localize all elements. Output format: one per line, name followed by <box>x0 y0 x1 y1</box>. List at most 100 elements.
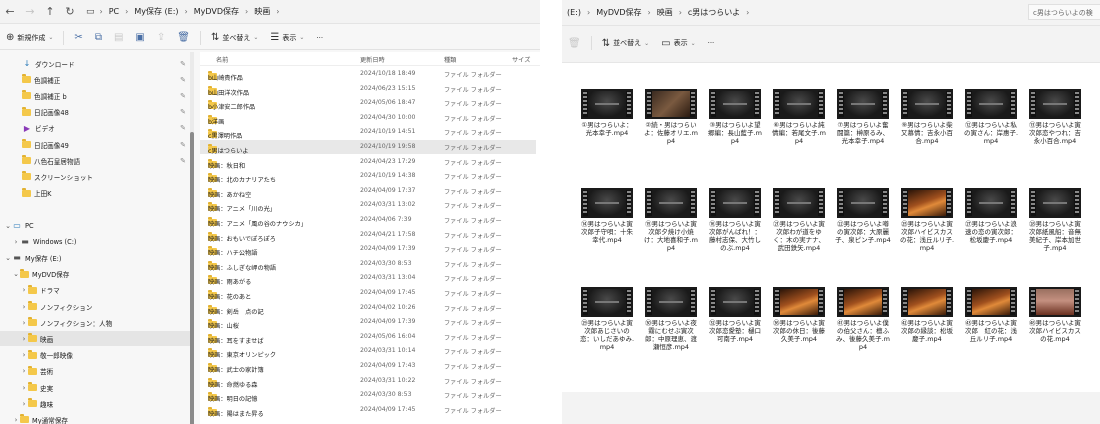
tree-item[interactable]: › 芸術 <box>0 364 190 379</box>
tree-item[interactable]: ⌄ MyDVD保存 <box>0 267 190 282</box>
video-file[interactable]: ㉜男はつらいよ寅次郎恋愛塾：樋口可南子.mp4 <box>707 287 763 379</box>
more-button[interactable]: ··· <box>310 34 329 42</box>
paste-icon[interactable]: ▤ <box>108 32 129 43</box>
video-file[interactable]: ⑭男はつらいよ寅次郎子守唄：十朱幸代.mp4 <box>579 188 635 280</box>
chevron-icon[interactable]: › <box>20 303 28 311</box>
tree-item[interactable]: ⌄ ▭ PC <box>0 218 190 233</box>
tree-item[interactable]: › 敬一郎映像 <box>0 348 190 363</box>
tree-item[interactable]: 色調補正 ✎ <box>0 72 190 87</box>
chevron-icon[interactable]: › <box>20 286 28 294</box>
video-file[interactable]: ⑫男はつらいよ私の寅さん：岸惠子.mp4 <box>963 89 1019 181</box>
pin-icon[interactable]: ✎ <box>180 141 186 149</box>
tree-item[interactable]: › ▬ Windows (C:) <box>0 234 190 249</box>
pin-icon[interactable]: ✎ <box>180 124 186 132</box>
video-file[interactable]: ㉙男はつらいよ寅次郎あじさいの恋：いしだあゆみ.mp4 <box>579 287 635 379</box>
breadcrumb-item[interactable]: MyDVD保存 <box>591 7 646 18</box>
tree-item[interactable]: 日記画像49 ✎ <box>0 137 190 152</box>
tree-item[interactable]: 八色石皇居物語 ✎ <box>0 153 190 168</box>
video-file[interactable]: ㊶男はつらいよ僕の伯父さん：檀ふみ、後藤久美子.mp4 <box>835 287 891 379</box>
table-row[interactable]: b小津安二郎作品 2024/05/06 18:47 ファイル フォルダー <box>200 96 536 111</box>
forward-button[interactable]: → <box>20 5 40 18</box>
pin-icon[interactable]: ✎ <box>180 60 186 68</box>
table-row[interactable]: 映画：東京オリンピック 2024/03/31 10:14 ファイル フォルダー <box>200 344 536 359</box>
video-file[interactable]: ⑮男はつらいよ寅次郎夕焼け小焼け：大地喜和子.mp4 <box>643 188 699 280</box>
tree-scrollbar[interactable] <box>190 52 194 424</box>
back-button[interactable]: ← <box>0 5 20 18</box>
up-button[interactable]: ↑ <box>40 5 60 18</box>
rename-icon[interactable]: ▣ <box>129 32 150 43</box>
table-row[interactable]: 映画：ふしぎな岬の物語 2024/03/30 8:53 ファイル フォルダー <box>200 257 536 272</box>
tree-item[interactable]: スクリーンショット <box>0 169 190 184</box>
table-row[interactable]: 映画：武士の家計簿 2024/04/09 17:43 ファイル フォルダー <box>200 359 536 374</box>
chevron-icon[interactable]: ⌄ <box>12 270 20 278</box>
column-name[interactable]: 名前 <box>216 55 228 64</box>
chevron-icon[interactable]: › <box>20 319 28 327</box>
chevron-icon[interactable]: ⌄ <box>4 222 12 230</box>
video-file[interactable]: ⑨男はつらいよ柴又慕情：吉永小百合.mp4 <box>899 89 955 181</box>
table-row[interactable]: 映画：ハチ公物語 2024/04/09 17:39 ファイル フォルダー <box>200 242 536 257</box>
chevron-icon[interactable]: › <box>20 400 28 408</box>
sort-button[interactable]: ⇅ 並べ替え ⌄ <box>596 38 655 49</box>
tree-item[interactable]: › 趣味 <box>0 396 190 411</box>
breadcrumb-item[interactable]: My保存 (E:) <box>129 6 183 17</box>
delete-icon[interactable]: 🗑 <box>562 38 587 49</box>
pin-icon[interactable]: ✎ <box>180 108 186 116</box>
table-row[interactable]: 映画：剣岳 点の記 2024/04/02 10:26 ファイル フォルダー <box>200 301 536 316</box>
column-kind[interactable]: 種類 <box>444 55 456 64</box>
table-row[interactable]: 映画：アニメ「風の谷のナウシカ」 2024/04/06 7:39 ファイル フォルダ… <box>200 213 536 228</box>
tree-item[interactable]: ⌄ ▬ My保存 (E:) <box>0 250 190 265</box>
breadcrumb-item[interactable]: MyDVD保存 <box>189 6 244 17</box>
video-file[interactable]: ①男はつらいよ：光本幸子.mp4 <box>579 89 635 181</box>
column-size[interactable]: サイズ <box>512 55 530 64</box>
video-file[interactable]: ㉗男はつらいよ浪速の恋の寅次郎：松坂慶子.mp4 <box>963 188 1019 280</box>
tree-item[interactable]: › 史実 <box>0 380 190 395</box>
table-row[interactable]: 映画：あかね空 2024/04/09 17:37 ファイル フォルダー <box>200 184 536 199</box>
tree-item[interactable]: 上田K <box>0 186 190 201</box>
video-file[interactable]: ㉘男はつらいよ寅次郎紙風船：音無美紀子、岸本加世子.mp4 <box>1027 188 1083 280</box>
tree-item[interactable]: › ドラマ <box>0 283 190 298</box>
video-file[interactable]: ⑦男はつらいよ奮闘篇：榊原るみ、光本幸子.mp4 <box>835 89 891 181</box>
pin-icon[interactable]: ✎ <box>180 76 186 84</box>
table-row[interactable]: c男はつらいよ 2024/10/19 19:58 ファイル フォルダー <box>200 140 536 155</box>
pin-icon[interactable]: ✎ <box>180 157 186 165</box>
table-row[interactable]: b山田洋次作品 2024/06/23 15:15 ファイル フォルダー <box>200 82 536 97</box>
table-row[interactable]: b洋画 2024/04/30 10:00 ファイル フォルダー <box>200 111 536 126</box>
table-row[interactable]: c黒澤明作品 2024/10/19 14:51 ファイル フォルダー <box>200 125 536 140</box>
chevron-icon[interactable]: › <box>20 367 28 375</box>
video-file[interactable]: ⑬男はつらいよ寅次郎恋やつれ：吉永小百合.mp4 <box>1027 89 1083 181</box>
cut-icon[interactable]: ✂ <box>68 32 88 43</box>
breadcrumb-item[interactable]: PC <box>104 7 124 16</box>
tree-item[interactable]: › ノンフィクション <box>0 299 190 314</box>
sort-button[interactable]: ⇅ 並べ替え ⌄ <box>205 32 264 43</box>
tree-item[interactable]: 色調補正 b ✎ <box>0 88 190 103</box>
table-row[interactable]: 映画：雨あがる 2024/03/31 13:04 ファイル フォルダー <box>200 271 536 286</box>
view-button[interactable]: ▭ 表示 ⌄ <box>655 38 701 49</box>
video-file[interactable]: ㊽男はつらいよ寅次郎ハイビスカスの花.mp4 <box>1027 287 1083 379</box>
share-icon[interactable]: ⇪ <box>151 32 171 43</box>
table-row[interactable]: 映画：耳をすませば 2024/05/06 16:04 ファイル フォルダー <box>200 330 536 345</box>
delete-icon[interactable]: 🗑 <box>171 32 196 43</box>
tree-item[interactable]: ↓ ダウンロード ✎ <box>0 56 190 71</box>
table-row[interactable]: 映画：秋日和 2024/04/23 17:29 ファイル フォルダー <box>200 155 536 170</box>
video-file[interactable]: ㊷男はつらいよ寅次郎の縁談：松坂慶子.mp4 <box>899 287 955 379</box>
tree-item[interactable]: ▶ ビデオ ✎ <box>0 121 190 136</box>
video-file[interactable]: ⑥男はつらいよ純情編：若尾文子.mp4 <box>771 89 827 181</box>
tree-item[interactable]: 日記画像48 ✎ <box>0 105 190 120</box>
video-file[interactable]: ㉕男はつらいよ寅次郎ハイビスカスの花：浅丘ルリ子.mp4 <box>899 188 955 280</box>
video-file[interactable]: ㉑男はつらいよ寅次郎わが道をゆく：木の実ナナ、武田鉄矢.mp4 <box>771 188 827 280</box>
tree-item[interactable]: › ノンフィクション：人物 <box>0 315 190 330</box>
table-row[interactable]: 映画：北のカナリアたち 2024/10/19 14:38 ファイル フォルダー <box>200 169 536 184</box>
video-file[interactable]: ③男はつらいよ望郷編：長山藍子.mp4 <box>707 89 763 181</box>
table-row[interactable]: 映画：命燃ゆる森 2024/03/31 10:22 ファイル フォルダー <box>200 374 536 389</box>
view-button[interactable]: ☰ 表示 ⌄ <box>264 32 310 43</box>
breadcrumb-item[interactable]: (E:) <box>562 8 586 17</box>
tree-item[interactable]: › My通常保存 <box>0 412 190 424</box>
table-row[interactable]: 映画：おもいでぽろぽろ 2024/04/21 17:58 ファイル フォルダー <box>200 228 536 243</box>
chevron-icon[interactable]: › <box>12 238 20 246</box>
chevron-icon[interactable]: ⌄ <box>4 254 12 262</box>
breadcrumb-item[interactable]: 映画 <box>249 6 275 17</box>
table-row[interactable]: b山崎貴作品 2024/10/18 18:49 ファイル フォルダー <box>200 67 536 82</box>
tree-item[interactable]: › 映画 <box>0 331 190 347</box>
breadcrumb-item[interactable]: c男はつらいよ <box>683 7 745 18</box>
video-file[interactable]: ②続・男はつらいよ：佐藤オリエ.mp4 <box>643 89 699 181</box>
